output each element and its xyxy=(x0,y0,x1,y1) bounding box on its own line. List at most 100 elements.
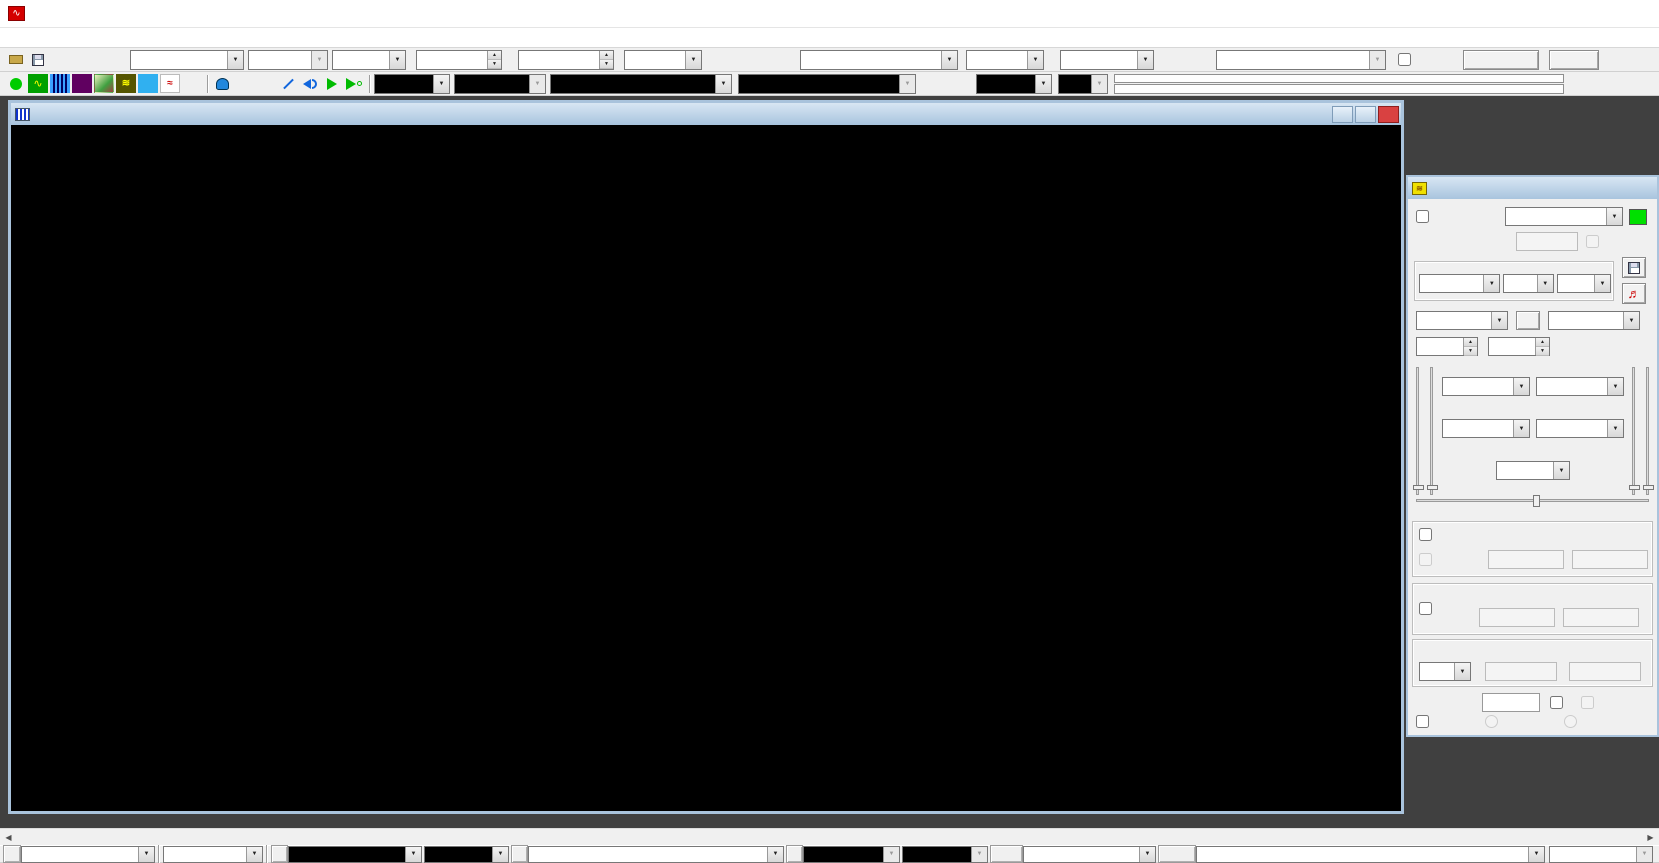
spectrum-analyzer-icon[interactable] xyxy=(50,74,70,93)
fade-checkbox[interactable] xyxy=(1419,602,1432,615)
minimize-button[interactable] xyxy=(1521,0,1567,27)
bit-depth-select[interactable]: ▼ xyxy=(1060,50,1154,70)
coupling-a-select[interactable]: ▼ xyxy=(374,74,450,94)
horizontal-scrollbar[interactable]: ◀ ▶ xyxy=(0,828,1659,845)
sampling-channel-select[interactable]: ▼ xyxy=(966,50,1044,70)
range-b-select[interactable]: ▼ xyxy=(738,74,916,94)
show-editor-checkbox[interactable] xyxy=(1416,210,1429,223)
signal-generator-icon[interactable]: ≋ xyxy=(116,74,136,93)
sg-sampling-rate-select[interactable]: ▼ xyxy=(1419,274,1500,293)
echo-only-checkbox[interactable] xyxy=(1586,235,1599,248)
save-icon[interactable] xyxy=(28,50,48,69)
frequency-axis-button[interactable] xyxy=(3,845,21,863)
scroll-right-icon[interactable]: ▶ xyxy=(1642,829,1659,846)
sweep-amplitude-radio[interactable] xyxy=(1564,715,1577,728)
trigger-mode-select[interactable]: ▼ xyxy=(130,50,244,70)
b-range-select[interactable]: ▼ xyxy=(803,846,900,863)
window-button[interactable] xyxy=(1158,845,1196,863)
amplitude-fader-b2[interactable] xyxy=(1646,367,1649,495)
waveform-a-select[interactable]: ▼ xyxy=(1416,311,1508,330)
sweep-checkbox[interactable] xyxy=(1416,715,1429,728)
mask-off-input[interactable] xyxy=(1572,550,1648,569)
probe-a-select[interactable]: ▼ xyxy=(976,74,1052,94)
fft-button[interactable] xyxy=(990,845,1023,863)
trigger-source-select[interactable]: ▼ xyxy=(248,50,328,70)
waveform-b-select[interactable]: ▼ xyxy=(1548,311,1640,330)
data-logger-icon[interactable]: ≈ xyxy=(160,74,180,93)
auto-button[interactable] xyxy=(1549,50,1599,70)
fade-out-input[interactable] xyxy=(1563,608,1639,627)
spin-down-icon[interactable]: ▼ xyxy=(488,60,501,69)
spectrum-analyzer-titlebar[interactable] xyxy=(11,103,1401,125)
trigger-level-spinner[interactable]: ▲▼ xyxy=(416,50,502,70)
more-waveform-button[interactable] xyxy=(1516,311,1540,330)
frequency-b-select[interactable]: ▼ xyxy=(1536,377,1624,396)
volume-icon[interactable] xyxy=(300,74,320,93)
trigger-hpf-select[interactable]: ▼ xyxy=(624,50,702,70)
dc-offset-b-spinner[interactable]: ▲▼ xyxy=(1488,337,1550,356)
maximize-button[interactable] xyxy=(1567,0,1613,27)
mode-select[interactable]: ▼ xyxy=(528,846,784,863)
loop-checkbox[interactable] xyxy=(1550,696,1563,709)
close-icon[interactable] xyxy=(1378,106,1399,123)
menu-setting[interactable] xyxy=(18,36,36,40)
output-indicator[interactable] xyxy=(1629,209,1647,225)
window-function-select[interactable]: ▼ xyxy=(1196,846,1545,863)
carrier-input[interactable] xyxy=(1485,662,1557,681)
ddp-viewer-icon[interactable] xyxy=(182,74,202,93)
trigger-edge-select[interactable]: ▼ xyxy=(332,50,406,70)
spin-up-icon[interactable]: ▲ xyxy=(1464,338,1477,347)
mask-on-input[interactable] xyxy=(1488,550,1564,569)
mod-index-input[interactable] xyxy=(1569,662,1641,681)
play-loop-icon[interactable] xyxy=(344,74,364,93)
maximize-button[interactable] xyxy=(1355,106,1376,123)
roll-checkbox-row[interactable] xyxy=(1398,53,1419,66)
amplitude-fader-a2[interactable] xyxy=(1430,367,1433,495)
minimize-button[interactable] xyxy=(1332,106,1353,123)
spin-down-icon[interactable]: ▼ xyxy=(1464,347,1477,356)
spin-down-icon[interactable]: ▼ xyxy=(1536,347,1549,356)
modulation-select[interactable]: ▼ xyxy=(1419,662,1471,681)
open-icon[interactable] xyxy=(6,50,26,69)
phase-select[interactable]: ▼ xyxy=(1496,461,1570,480)
b-shift-select[interactable]: ▼ xyxy=(902,846,988,863)
range-a-select[interactable]: ▼ xyxy=(550,74,732,94)
amplitude-b-select[interactable]: ▼ xyxy=(1536,419,1624,438)
a-shift-select[interactable]: ▼ xyxy=(424,846,509,863)
sg-channels-select[interactable]: ▼ xyxy=(1503,274,1553,293)
channel-b-button[interactable] xyxy=(786,845,803,863)
close-button[interactable] xyxy=(1613,0,1659,27)
overlap-select[interactable]: ▼ xyxy=(1549,846,1653,863)
record-length-select[interactable]: ▼ xyxy=(1216,50,1386,70)
close-icon[interactable] xyxy=(1634,180,1655,197)
calibrate-b-icon[interactable] xyxy=(256,74,276,93)
channel-a-button[interactable] xyxy=(271,845,288,863)
probe-b-select[interactable]: ▼ xyxy=(1058,74,1108,94)
signal-generator-titlebar[interactable]: ≋ xyxy=(1408,177,1657,199)
plot-area[interactable] xyxy=(65,160,1370,773)
spin-up-icon[interactable]: ▲ xyxy=(1536,338,1549,347)
coupling-b-select[interactable]: ▼ xyxy=(454,74,546,94)
menu-help[interactable] xyxy=(72,36,90,40)
device-test-plan-icon[interactable] xyxy=(138,74,158,93)
spin-up-icon[interactable]: ▲ xyxy=(600,51,613,60)
spectrum-3d-plot-icon[interactable] xyxy=(94,74,114,93)
record-button[interactable] xyxy=(1463,50,1539,70)
start-osc-input[interactable] xyxy=(1516,232,1578,251)
fade-in-input[interactable] xyxy=(1479,608,1555,627)
sampling-rate-select[interactable]: ▼ xyxy=(800,50,958,70)
oscilloscope-icon[interactable]: ∿ xyxy=(28,74,48,93)
amplitude-fader-a1[interactable] xyxy=(1416,367,1419,495)
dc-offset-a-spinner[interactable]: ▲▼ xyxy=(1416,337,1478,356)
mode-button[interactable] xyxy=(511,845,528,863)
save-signal-icon[interactable] xyxy=(1622,257,1646,278)
spin-down-icon[interactable]: ▼ xyxy=(600,60,613,69)
play-icon[interactable] xyxy=(322,74,342,93)
amplitude-fader-b1[interactable] xyxy=(1632,367,1635,495)
calibrate-a-icon[interactable] xyxy=(234,74,254,93)
roll-checkbox[interactable] xyxy=(1398,53,1411,66)
sg-bits-select[interactable]: ▼ xyxy=(1557,274,1611,293)
music-note-icon[interactable]: ♬ xyxy=(1622,283,1646,304)
dds-checkbox[interactable] xyxy=(1581,696,1594,709)
menu-file[interactable] xyxy=(0,36,18,40)
